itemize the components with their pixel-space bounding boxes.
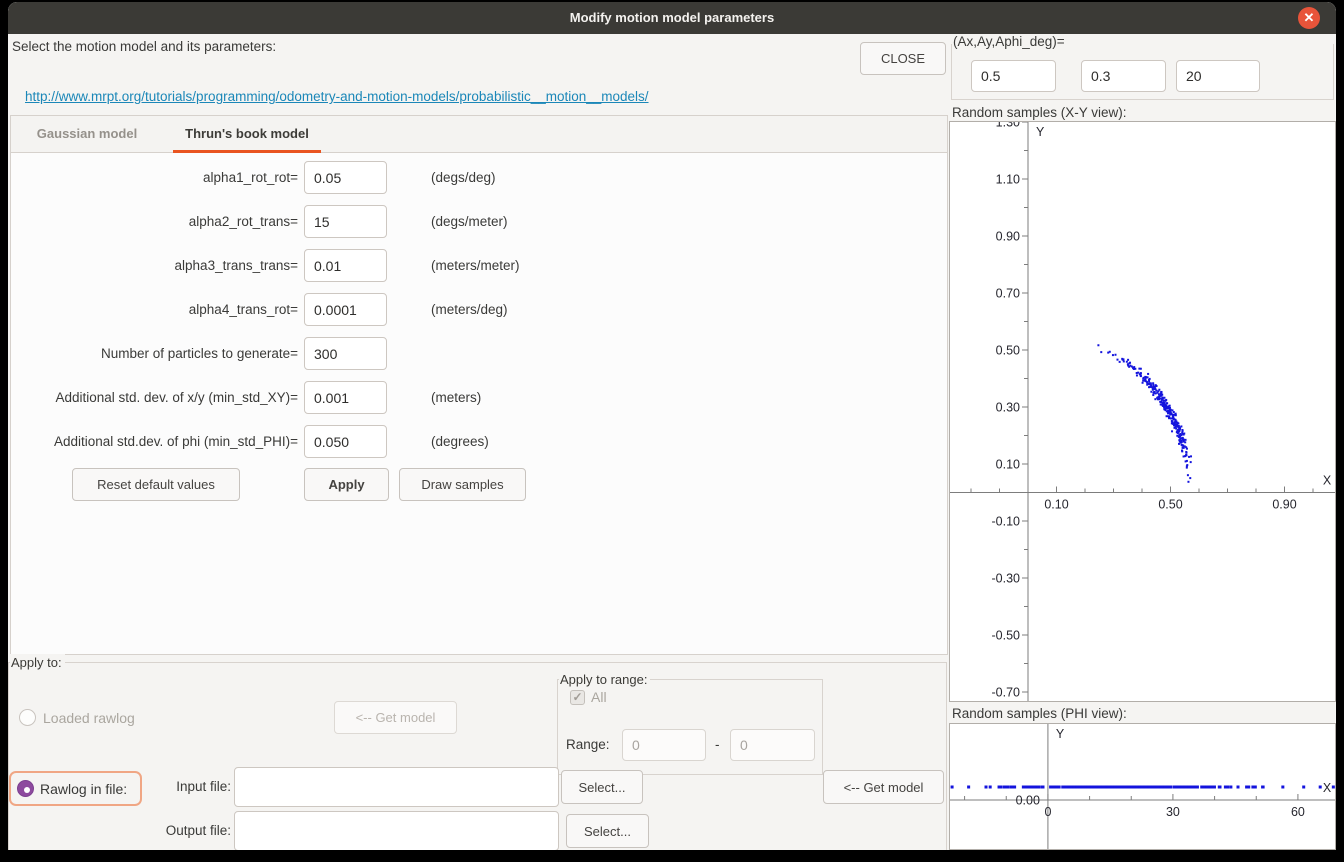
min-std-xy-input[interactable] (304, 381, 387, 414)
range-from-input (622, 729, 706, 761)
window-close-icon[interactable]: ✕ (1298, 7, 1320, 29)
alpha3-unit: (meters/meter) (431, 249, 520, 282)
apply-button[interactable]: Apply (304, 468, 389, 501)
tab-bar: Gaussian model Thrun's book model (11, 116, 947, 153)
svg-text:-0.10: -0.10 (992, 514, 1021, 528)
all-checkbox[interactable]: ✓ (570, 690, 585, 705)
ax-input[interactable] (971, 60, 1056, 92)
svg-text:0.70: 0.70 (996, 286, 1020, 300)
xy-scatter-chart[interactable]: 0.10 0.50 0.90 1.30 1.10 0.90 0.70 0.50 0.30 0.10… (949, 121, 1336, 702)
svg-text:60: 60 (1291, 805, 1305, 819)
active-tab-underline (173, 150, 321, 153)
apply-to-legend: Apply to: (10, 654, 65, 671)
range-label: Range: (566, 729, 610, 761)
loaded-rawlog-radio[interactable] (19, 709, 36, 726)
title-bar: Modify motion model parameters ✕ (8, 2, 1336, 34)
svg-text:0.00: 0.00 (1016, 794, 1040, 808)
phi-view-title: Random samples (PHI view): (952, 706, 1127, 721)
alpha2-label: alpha2_rot_trans= (11, 205, 298, 238)
svg-text:X: X (1323, 781, 1332, 795)
close-button[interactable]: CLOSE (860, 42, 946, 75)
delta-group: (Ax,Ay,Aphi_deg)= (951, 44, 1334, 100)
all-checkbox-label: All (591, 689, 607, 705)
svg-text:Y: Y (1036, 125, 1045, 139)
svg-text:1.10: 1.10 (996, 172, 1020, 186)
alpha4-input[interactable] (304, 293, 387, 326)
loaded-rawlog-label: Loaded rawlog (43, 710, 135, 726)
svg-text:0.10: 0.10 (996, 457, 1020, 471)
select-input-file-button[interactable]: Select... (561, 770, 643, 804)
xy-scatter-canvas: 0.10 0.50 0.90 1.30 1.10 0.90 0.70 0.50 0.30 0.10… (950, 122, 1335, 701)
svg-text:0.90: 0.90 (1272, 497, 1296, 511)
draw-samples-button[interactable]: Draw samples (399, 468, 526, 501)
svg-text:X: X (1323, 473, 1332, 487)
tab-gaussian-model[interactable]: Gaussian model (11, 116, 163, 153)
alpha1-label: alpha1_rot_rot= (11, 161, 298, 194)
apply-to-group: Apply to: Loaded rawlog <-- Get model Ap… (8, 662, 947, 850)
svg-text:-0.50: -0.50 (992, 628, 1021, 642)
select-output-file-button[interactable]: Select... (566, 814, 649, 848)
aphi-input[interactable] (1176, 60, 1260, 92)
output-file-input[interactable] (234, 811, 559, 850)
alpha4-unit: (meters/deg) (431, 293, 508, 326)
alpha3-label: alpha3_trans_trans= (11, 249, 298, 282)
apply-to-range-legend: Apply to range: (559, 671, 650, 688)
instruction-label: Select the motion model and its paramete… (12, 39, 276, 54)
get-model-bottom-button[interactable]: <-- Get model (823, 770, 944, 804)
svg-text:-0.30: -0.30 (992, 571, 1021, 585)
rawlog-in-file-label: Rawlog in file: (40, 781, 127, 797)
xy-view-title: Random samples (X-Y view): (952, 105, 1127, 120)
input-file-input[interactable] (234, 767, 559, 807)
delta-group-legend: (Ax,Ay,Aphi_deg)= (953, 34, 1068, 49)
rawlog-in-file-radio[interactable] (17, 780, 34, 797)
apply-to-range-group: Apply to range: ✓ All Range: - (557, 679, 823, 775)
alpha2-unit: (degs/meter) (431, 205, 508, 238)
svg-text:0: 0 (1044, 805, 1051, 819)
alpha2-input[interactable] (304, 205, 387, 238)
svg-text:0.30: 0.30 (996, 400, 1020, 414)
min-std-phi-label: Additional std.dev. of phi (min_std_PHI)… (11, 425, 298, 458)
svg-text:Y: Y (1056, 727, 1065, 741)
tab-thrun-book-model[interactable]: Thrun's book model (163, 116, 331, 153)
particles-input[interactable] (304, 337, 387, 370)
min-std-xy-unit: (meters) (431, 381, 481, 414)
svg-text:1.30: 1.30 (996, 122, 1020, 130)
range-separator: - (715, 729, 720, 761)
min-std-phi-unit: (degrees) (431, 425, 489, 458)
tutorial-link[interactable]: http://www.mrpt.org/tutorials/programmin… (25, 89, 649, 104)
svg-text:0.50: 0.50 (996, 343, 1020, 357)
particles-label: Number of particles to generate= (11, 337, 298, 370)
svg-text:0.50: 0.50 (1158, 497, 1182, 511)
svg-text:0.10: 0.10 (1044, 497, 1068, 511)
output-file-label: Output file: (69, 811, 231, 850)
svg-text:30: 30 (1166, 805, 1180, 819)
svg-text:-0.70: -0.70 (992, 685, 1021, 699)
reset-default-values-button[interactable]: Reset default values (72, 468, 240, 501)
alpha4-label: alpha4_trans_rot= (11, 293, 298, 326)
alpha1-input[interactable] (304, 161, 387, 194)
min-std-phi-input[interactable] (304, 425, 387, 458)
model-notebook: Gaussian model Thrun's book model alpha1… (10, 115, 948, 655)
range-to-input (730, 729, 815, 761)
phi-scatter-chart[interactable]: 0 30 60 0.00 X Y (949, 723, 1336, 850)
dialog-window: Modify motion model parameters ✕ Select … (8, 2, 1336, 850)
phi-scatter-canvas: 0 30 60 0.00 X Y (950, 724, 1335, 849)
alpha1-unit: (degs/deg) (431, 161, 496, 194)
alpha3-input[interactable] (304, 249, 387, 282)
get-model-top-button: <-- Get model (334, 701, 457, 734)
ay-input[interactable] (1081, 60, 1166, 92)
svg-text:0.90: 0.90 (996, 229, 1020, 243)
min-std-xy-label: Additional std. dev. of x/y (min_std_XY)… (11, 381, 298, 414)
window-title: Modify motion model parameters (8, 2, 1336, 34)
